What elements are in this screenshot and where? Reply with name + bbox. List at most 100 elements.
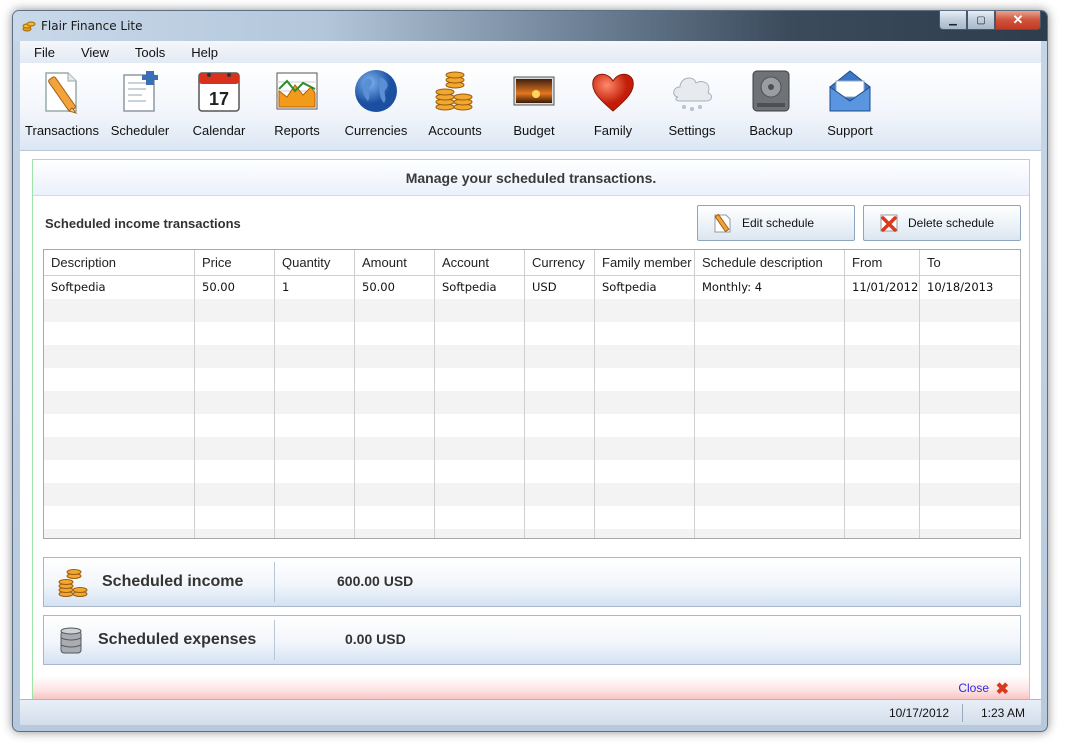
empty-cell <box>275 483 355 506</box>
close-link[interactable]: Close <box>958 681 989 695</box>
window-close-button[interactable]: ✕ <box>995 11 1041 30</box>
maximize-button[interactable]: ▢ <box>967 11 995 30</box>
menu-help[interactable]: Help <box>191 45 218 60</box>
empty-cell <box>355 391 435 414</box>
scheduled-income-value: 600.00 USD <box>337 573 414 589</box>
toolbar-label: Transactions <box>25 123 99 138</box>
toolbar-label: Backup <box>749 123 793 138</box>
empty-cell <box>44 391 195 414</box>
empty-cell <box>195 414 275 437</box>
empty-cell <box>435 529 525 538</box>
empty-table-row <box>44 437 1020 460</box>
column-header[interactable]: Quantity <box>275 250 355 275</box>
toolbar-label: Support <box>827 123 873 138</box>
empty-cell <box>525 299 595 322</box>
empty-cell <box>44 414 195 437</box>
toolbar-calendar[interactable]: 17 Calendar <box>179 67 259 138</box>
empty-cell <box>195 483 275 506</box>
app-coins-icon <box>22 21 36 32</box>
column-header[interactable]: To <box>920 250 1020 275</box>
empty-cell <box>695 322 845 345</box>
menu-bar: File View Tools Help <box>20 41 1041 63</box>
empty-cell <box>435 460 525 483</box>
column-header[interactable]: Description <box>44 250 195 275</box>
status-time: 1:23 AM <box>980 706 1025 720</box>
toolbar-scheduler[interactable]: Scheduler <box>100 67 180 138</box>
empty-cell <box>275 414 355 437</box>
scheduled-expenses-summary: Scheduled expenses 0.00 USD <box>43 615 1021 665</box>
section-label: Scheduled income transactions <box>45 216 241 231</box>
toolbar-family[interactable]: Family <box>573 67 653 138</box>
empty-cell <box>435 414 525 437</box>
empty-cell <box>435 322 525 345</box>
empty-cell <box>595 483 695 506</box>
menu-view[interactable]: View <box>81 45 109 60</box>
status-bar: 10/17/2012 1:23 AM <box>20 699 1041 725</box>
minimize-button[interactable]: ▁ <box>939 11 967 30</box>
cell-schedule-description: Monthly: 4 <box>695 276 845 299</box>
empty-cell <box>595 322 695 345</box>
close-bar: Close ✖ <box>33 676 1029 700</box>
column-header[interactable]: Price <box>195 250 275 275</box>
empty-cell <box>44 368 195 391</box>
calendar-icon: 17 <box>198 72 240 112</box>
empty-cell <box>435 368 525 391</box>
empty-cell <box>435 391 525 414</box>
empty-cell <box>44 299 195 322</box>
toolbar-settings[interactable]: Settings <box>652 67 732 138</box>
status-divider <box>962 704 963 722</box>
menu-file[interactable]: File <box>34 45 55 60</box>
empty-cell <box>845 529 920 538</box>
empty-cell <box>920 368 1020 391</box>
window-title: Flair Finance Lite <box>41 19 143 33</box>
column-header[interactable]: Schedule description <box>695 250 845 275</box>
empty-cell <box>845 299 920 322</box>
column-header[interactable]: Amount <box>355 250 435 275</box>
title-bar[interactable]: Flair Finance Lite ▁ ▢ ✕ <box>13 11 1047 41</box>
column-header[interactable]: Family member <box>595 250 695 275</box>
menu-tools[interactable]: Tools <box>135 45 165 60</box>
toolbar-budget[interactable]: Budget <box>494 67 574 138</box>
empty-cell <box>595 391 695 414</box>
scheduler-icon <box>123 71 158 112</box>
column-header[interactable]: From <box>845 250 920 275</box>
empty-cell <box>695 506 845 529</box>
maximize-icon: ▢ <box>976 14 986 26</box>
empty-cell <box>595 368 695 391</box>
empty-cell <box>920 345 1020 368</box>
column-header[interactable]: Currency <box>525 250 595 275</box>
empty-table-row <box>44 345 1020 368</box>
empty-table-row <box>44 299 1020 322</box>
empty-cell <box>525 345 595 368</box>
minimize-icon: ▁ <box>949 14 957 26</box>
empty-cell <box>920 483 1020 506</box>
empty-rows <box>44 299 1020 538</box>
empty-table-row <box>44 483 1020 506</box>
empty-cell <box>44 322 195 345</box>
toolbar-label: Accounts <box>428 123 482 138</box>
delete-schedule-button[interactable]: Delete schedule <box>863 205 1021 241</box>
divider <box>274 620 275 660</box>
toolbar-currencies[interactable]: Currencies <box>336 67 416 138</box>
cell-to: 10/18/2013 <box>927 280 994 294</box>
toolbar-backup[interactable]: Backup <box>731 67 811 138</box>
toolbar-support[interactable]: Support <box>810 67 890 138</box>
toolbar-reports[interactable]: Reports <box>257 67 337 138</box>
column-header[interactable]: Account <box>435 250 525 275</box>
table-row[interactable]: Softpedia 50.00 1 50.00 Softpedia USD So… <box>44 276 1020 299</box>
close-x-icon[interactable]: ✖ <box>996 679 1009 699</box>
empty-cell <box>195 345 275 368</box>
empty-cell <box>595 345 695 368</box>
edit-schedule-button[interactable]: Edit schedule <box>697 205 855 241</box>
toolbar-transactions[interactable]: Transactions <box>22 67 102 138</box>
empty-cell <box>355 368 435 391</box>
toolbar-accounts[interactable]: Accounts <box>415 67 495 138</box>
empty-cell <box>275 437 355 460</box>
empty-cell <box>525 483 595 506</box>
empty-cell <box>44 345 195 368</box>
empty-cell <box>595 437 695 460</box>
empty-table-row <box>44 529 1020 538</box>
empty-cell <box>275 460 355 483</box>
scheduled-income-label: Scheduled income <box>102 573 244 590</box>
empty-cell <box>920 437 1020 460</box>
